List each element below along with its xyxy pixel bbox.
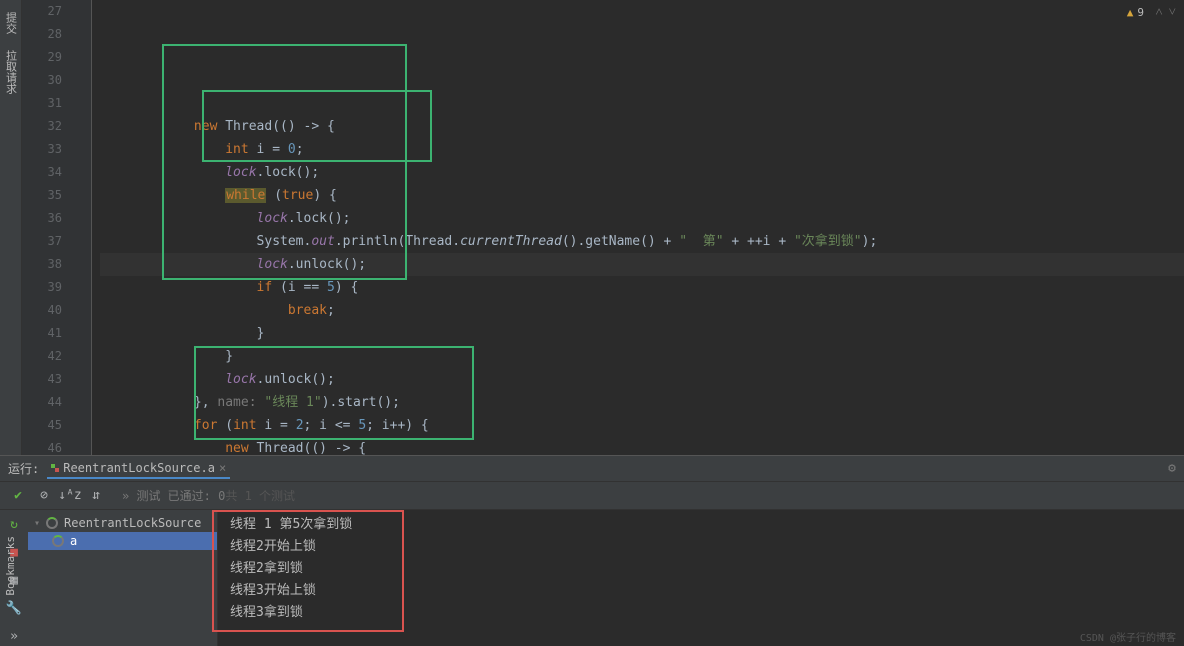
fold-gutter [72,0,92,455]
rerun-icon[interactable]: ↻ [4,514,24,534]
gutter-line: 45 [22,414,62,437]
tree-child-label: a [70,534,77,548]
watermark: CSDN @张子行的博客 [1080,629,1176,644]
code-line[interactable]: lock.lock(); [100,161,1184,184]
check-icon[interactable]: ✔ [6,484,30,508]
gutter-line: 44 [22,391,62,414]
console-output[interactable]: 线程 1 第5次拿到锁线程2开始上锁线程2拿到锁线程3开始上锁线程3拿到锁 [218,510,1184,646]
left-sidebar: 提交 拉取请求 [0,0,22,455]
code-line[interactable]: while (true) { [100,184,1184,207]
gutter-line: 38 [22,253,62,276]
output-line: 线程 1 第5次拿到锁 [230,514,1172,536]
code-line[interactable]: } [100,322,1184,345]
run-config-icon [51,464,59,472]
sidebar-item-pr[interactable]: 拉取请求 [1,42,21,102]
gutter-line: 40 [22,299,62,322]
gutter-line: 36 [22,207,62,230]
run-tab-bar: 运行: ReentrantLockSource.a × ⚙ [0,456,1184,482]
nav-up-icon[interactable]: ˄ [1155,4,1162,20]
sidebar-item-commit[interactable]: 提交 [1,4,21,42]
gutter-line: 29 [22,46,62,69]
line-gutter: 2728293031323334353637383940414243444546 [22,0,72,455]
run-panel: 运行: ReentrantLockSource.a × ⚙ ✔ ⊘ ↓ᴬz ⇵ … [0,455,1184,646]
run-toolbar: ✔ ⊘ ↓ᴬz ⇵ » 测试 已通过: 0共 1 个测试 [0,482,1184,510]
gutter-line: 33 [22,138,62,161]
problems-badge[interactable]: ▲ 9 [1127,6,1144,19]
gutter-line: 43 [22,368,62,391]
run-content: ↻ ■ ▦ 🔧 » ▾ ReentrantLockSource a 线程 1 第… [0,510,1184,646]
output-line: 线程3开始上锁 [230,580,1172,602]
code-line[interactable]: }, name: "线程 1").start(); [100,391,1184,414]
block-icon[interactable]: ⊘ [32,484,56,508]
code-line[interactable]: int i = 0; [100,138,1184,161]
run-tab-title: ReentrantLockSource.a [63,461,215,475]
code-line[interactable]: break; [100,299,1184,322]
spinner-icon [52,535,64,547]
code-line[interactable]: lock.lock(); [100,207,1184,230]
output-line: 线程3拿到锁 [230,602,1172,624]
gear-icon[interactable]: ⚙ [1168,461,1176,476]
more-icon[interactable]: » [4,626,24,646]
tree-root-label: ReentrantLockSource [64,516,201,530]
gutter-line: 32 [22,115,62,138]
wrench-icon[interactable]: 🔧 [4,598,24,618]
spinner-icon [46,517,58,529]
gutter-line: 31 [22,92,62,115]
code-line[interactable]: new Thread(() -> { [100,115,1184,138]
gutter-line: 28 [22,23,62,46]
gutter-line: 27 [22,0,62,23]
output-line: 线程2开始上锁 [230,536,1172,558]
run-label: 运行: [8,460,39,477]
code-line[interactable]: } [100,345,1184,368]
tree-child[interactable]: a [28,532,217,550]
nav-down-icon[interactable]: ˅ [1169,4,1176,20]
gutter-line: 41 [22,322,62,345]
code-line[interactable]: if (i == 5) { [100,276,1184,299]
gutter-line: 35 [22,184,62,207]
code-line[interactable]: for (int i = 2; i <= 5; i++) { [100,414,1184,437]
chevron-down-icon: ▾ [34,518,40,529]
gutter-line: 30 [22,69,62,92]
gutter-line: 42 [22,345,62,368]
filter-icon[interactable]: ⇵ [84,484,108,508]
nav-arrows: ˄ ˅ [1155,4,1176,20]
gutter-line: 39 [22,276,62,299]
test-tree: ▾ ReentrantLockSource a [28,510,218,646]
gutter-line: 34 [22,161,62,184]
sort-icon[interactable]: ↓ᴬz [58,484,82,508]
warning-count: 9 [1137,6,1144,19]
code-line[interactable]: System.out.println(Thread.currentThread(… [100,230,1184,253]
code-line[interactable]: lock.unlock(); [100,368,1184,391]
editor-area: 提交 拉取请求 27282930313233343536373839404142… [0,0,1184,455]
gutter-line: 37 [22,230,62,253]
bookmarks-label[interactable]: Bookmarks [4,536,17,596]
test-summary: » 测试 已通过: 0共 1 个测试 [122,487,295,504]
warning-icon: ▲ [1127,6,1134,19]
run-tab-active[interactable]: ReentrantLockSource.a × [47,459,230,479]
code-line[interactable]: lock.unlock(); [100,253,1184,276]
tree-root[interactable]: ▾ ReentrantLockSource [28,514,217,532]
output-line: 线程2拿到锁 [230,558,1172,580]
code-area[interactable]: new Thread(() -> { int i = 0; lock.lock(… [92,0,1184,455]
close-icon[interactable]: × [219,461,226,475]
